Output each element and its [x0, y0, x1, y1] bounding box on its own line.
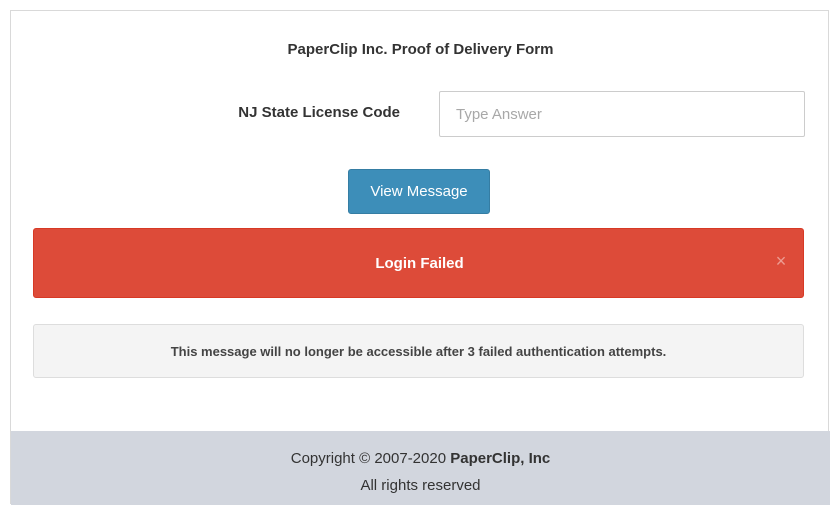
copyright-line: Copyright © 2007-2020 PaperClip, Inc [11, 450, 830, 467]
rights-text: All rights reserved [360, 477, 481, 494]
view-message-button[interactable]: View Message [348, 169, 490, 214]
form-title: PaperClip Inc. Proof of Delivery Form [287, 41, 554, 58]
page-footer: Copyright © 2007-2020 PaperClip, Inc All… [11, 431, 830, 505]
close-icon[interactable]: × [771, 249, 791, 273]
license-field-row: NJ State License Code [11, 91, 830, 137]
attempts-warning-alert: This message will no longer be accessibl… [33, 324, 804, 378]
license-code-input[interactable] [439, 91, 805, 137]
company-name: PaperClip, Inc [450, 450, 551, 467]
attempts-warning-message: This message will no longer be accessibl… [170, 344, 667, 359]
login-failed-message: Login Failed [375, 255, 464, 272]
login-failed-alert: Login Failed × [33, 228, 804, 298]
form-panel: PaperClip Inc. Proof of Delivery Form NJ… [10, 10, 830, 505]
copyright-text: Copyright © 2007-2020 [290, 450, 447, 467]
license-label: NJ State License Code [238, 104, 400, 121]
